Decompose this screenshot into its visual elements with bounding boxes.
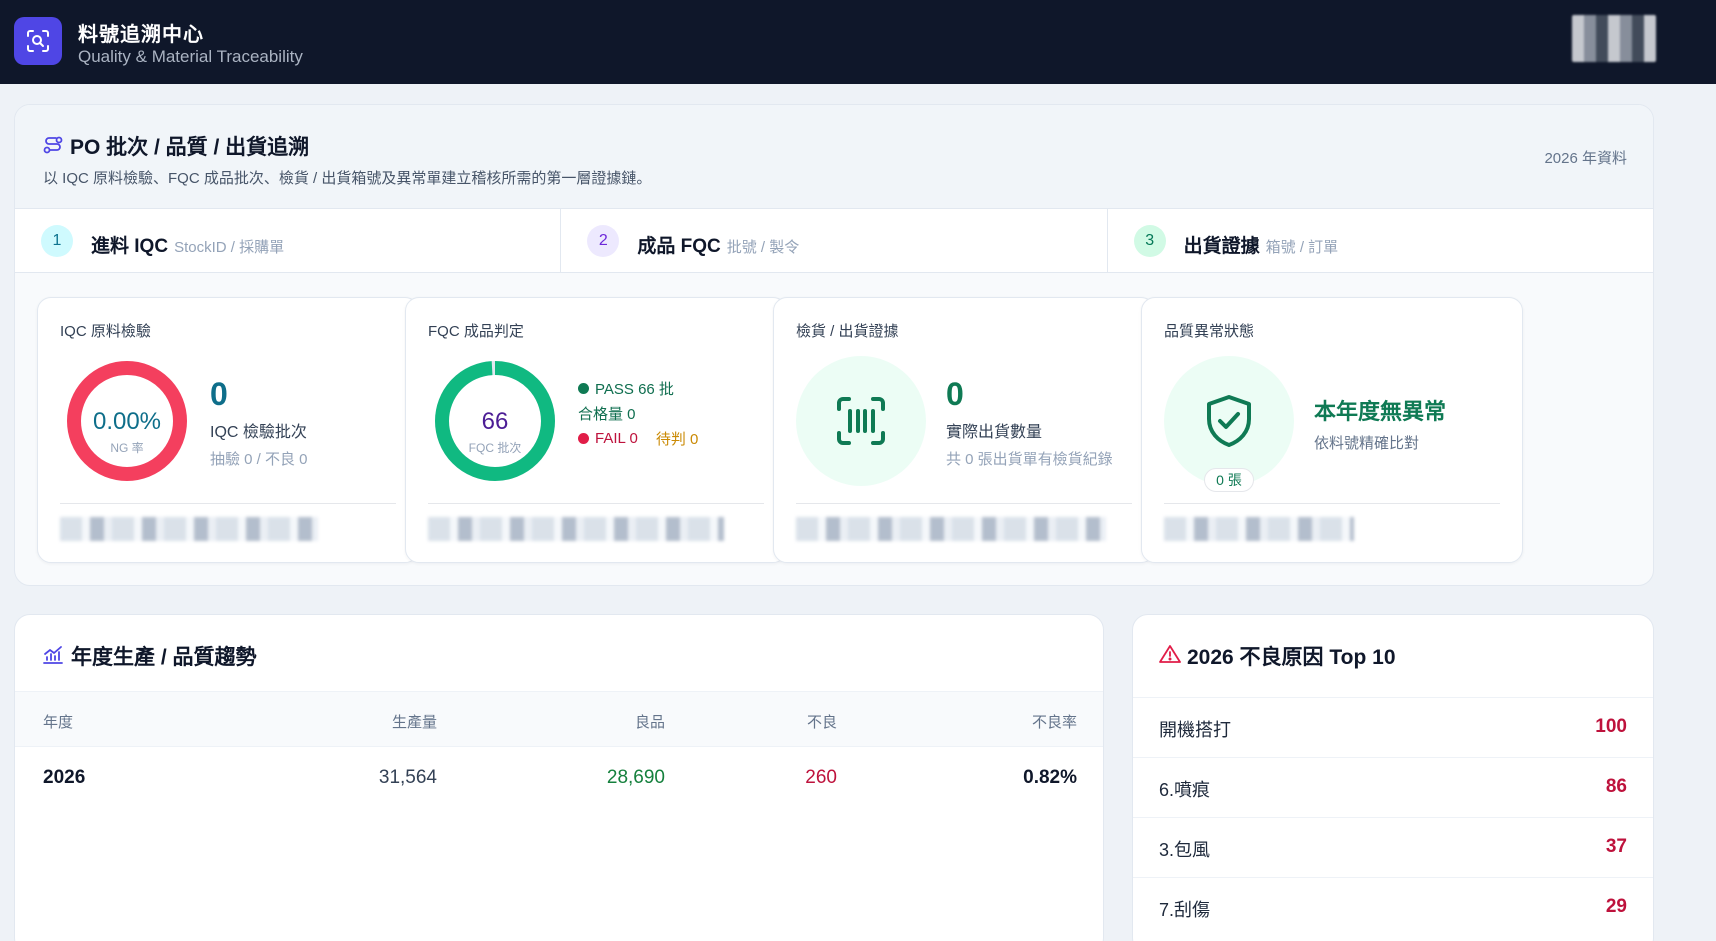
- col-good: 良品: [634, 714, 665, 731]
- app-title: 料號追溯中心: [78, 24, 204, 46]
- redacted-text: [796, 517, 1106, 541]
- trend-title: 年度生產 / 品質趨勢: [71, 646, 257, 669]
- reason-list: 開機搭打 100 6.噴痕 86 3.包風 37 7.刮傷 29: [1133, 697, 1653, 937]
- step-label: 成品 FQC 批號 / 製令: [637, 236, 800, 257]
- anomaly-status: 本年度無異常: [1314, 399, 1447, 424]
- data-year-label: 2026 年資料: [1544, 150, 1627, 167]
- list-item[interactable]: 7.刮傷 29: [1133, 877, 1653, 937]
- app-header: 料號追溯中心 Quality & Material Traceability: [0, 0, 1716, 84]
- metric-title: FQC 成品判定: [428, 323, 524, 340]
- reason-name: 6.噴痕: [1159, 780, 1211, 800]
- annual-trend-card: 年度生產 / 品質趨勢 年度 生產量 良品 不良 不良率 2026 31,564…: [14, 614, 1104, 941]
- top10-title: 2026 不良原因 Top 10: [1187, 646, 1396, 669]
- redacted-text: [428, 517, 724, 541]
- reason-count: 29: [1605, 896, 1627, 917]
- metric-title: 檢貨 / 出貨證據: [796, 323, 899, 340]
- shipping-count-label: 實際出貨數量: [946, 424, 1043, 441]
- col-production: 生產量: [391, 714, 437, 731]
- iqc-detail: 抽驗 0 / 不良 0: [210, 451, 308, 468]
- pass-legend: PASS 66 批: [578, 378, 674, 399]
- reason-name: 3.包風: [1159, 840, 1211, 860]
- ng-rate-ring: 0.00% NG 率: [62, 356, 192, 486]
- step-label: 進料 IQC StockID / 採購單: [91, 236, 285, 257]
- iqc-count: 0: [210, 376, 228, 412]
- fqc-metric-card[interactable]: FQC 成品判定 66 FQC 批次 PASS 66 批 合格量 0 FAIL …: [405, 297, 787, 563]
- step-number: 2: [587, 225, 620, 257]
- shipping-detail: 共 0 張出貨單有檢貨紀錄: [946, 451, 1113, 468]
- fail-legend: FAIL 0 待判 0: [578, 428, 698, 449]
- po-card-description: 以 IQC 原料檢驗、FQC 成品批次、檢貨 / 出貨箱號及異常單建立稽核所需的…: [43, 170, 652, 187]
- list-item[interactable]: 3.包風 37: [1133, 817, 1653, 877]
- iqc-count-label: IQC 檢驗批次: [210, 424, 307, 441]
- step-label: 出貨證據 箱號 / 訂單: [1183, 236, 1339, 257]
- barcode-scan-icon: [796, 356, 926, 486]
- anomaly-detail: 依料號精確比對: [1314, 435, 1420, 452]
- cell-rate: 0.82%: [1023, 767, 1077, 788]
- trend-chart-icon: [43, 646, 63, 664]
- cell-good: 28,690: [606, 767, 665, 788]
- qualified-legend: 合格量 0: [578, 406, 636, 423]
- anomaly-metric-card[interactable]: 品質異常狀態 0 張 本年度無異常 依料號精確比對: [1141, 297, 1523, 563]
- step-number: 1: [41, 225, 73, 257]
- redacted-text: [1164, 517, 1354, 541]
- iqc-metric-card[interactable]: IQC 原料檢驗 0.00% NG 率 0 IQC 檢驗批次 抽驗 0 / 不良…: [37, 297, 419, 563]
- fqc-batches-value: 66: [482, 408, 509, 435]
- user-avatar[interactable]: [1572, 15, 1656, 62]
- reason-count: 100: [1595, 716, 1627, 737]
- shipping-count: 0: [946, 376, 964, 412]
- reason-name: 7.刮傷: [1159, 900, 1211, 920]
- metric-title: IQC 原料檢驗: [60, 323, 151, 340]
- po-card-title: PO 批次 / 品質 / 出貨追溯: [70, 136, 310, 159]
- redacted-text: [60, 517, 318, 541]
- pending-label: 待判 0: [655, 431, 699, 448]
- trace-steps: 1 進料 IQC StockID / 採購單 2 成品 FQC 批號 / 製令 3 …: [15, 209, 1653, 273]
- step-iqc[interactable]: 1 進料 IQC StockID / 採購單: [15, 209, 562, 272]
- col-rate: 不良率: [1031, 714, 1077, 731]
- fqc-batches-label: FQC 批次: [469, 440, 522, 455]
- shield-check-icon: [1164, 356, 1294, 486]
- pass-dot-icon: [578, 383, 589, 394]
- anomaly-badge: 0 張: [1204, 468, 1254, 492]
- list-item[interactable]: 開機搭打 100: [1133, 697, 1653, 757]
- po-trace-card: PO 批次 / 品質 / 出貨追溯 以 IQC 原料檢驗、FQC 成品批次、檢貨…: [14, 104, 1654, 586]
- ng-rate-value: 0.00%: [93, 408, 161, 435]
- step-number: 3: [1133, 225, 1166, 257]
- step-fqc[interactable]: 2 成品 FQC 批號 / 製令: [561, 209, 1108, 272]
- po-card-header: PO 批次 / 品質 / 出貨追溯 以 IQC 原料檢驗、FQC 成品批次、檢貨…: [15, 105, 1653, 209]
- fail-dot-icon: [578, 433, 589, 444]
- shipping-metric-card[interactable]: 檢貨 / 出貨證據 0 實際出貨數量 共 0 張出貨單有檢貨紀錄: [773, 297, 1155, 563]
- reason-count: 86: [1605, 776, 1627, 797]
- reason-count: 37: [1605, 836, 1627, 857]
- app-subtitle: Quality & Material Traceability: [78, 47, 303, 66]
- list-item[interactable]: 6.噴痕 86: [1133, 757, 1653, 817]
- route-icon: [43, 136, 63, 154]
- reason-name: 開機搭打: [1159, 720, 1231, 740]
- cell-production: 31,564: [378, 767, 437, 788]
- cell-year: 2026: [43, 767, 86, 788]
- warning-icon: [1159, 645, 1181, 663]
- ng-rate-label: NG 率: [110, 440, 143, 455]
- cell-defect: 260: [805, 767, 837, 788]
- trend-table-header: 年度 生產量 良品 不良 不良率: [15, 691, 1103, 747]
- scan-search-icon[interactable]: [14, 17, 62, 65]
- fqc-pass-ring: 66 FQC 批次: [430, 356, 560, 486]
- metric-title: 品質異常狀態: [1164, 323, 1255, 340]
- defect-top10-card: 2026 不良原因 Top 10 開機搭打 100 6.噴痕 86 3.包風 3…: [1132, 614, 1654, 941]
- step-shipping[interactable]: 3 出貨證據 箱號 / 訂單: [1108, 209, 1653, 272]
- col-year: 年度: [43, 714, 74, 731]
- col-defect: 不良: [806, 714, 837, 731]
